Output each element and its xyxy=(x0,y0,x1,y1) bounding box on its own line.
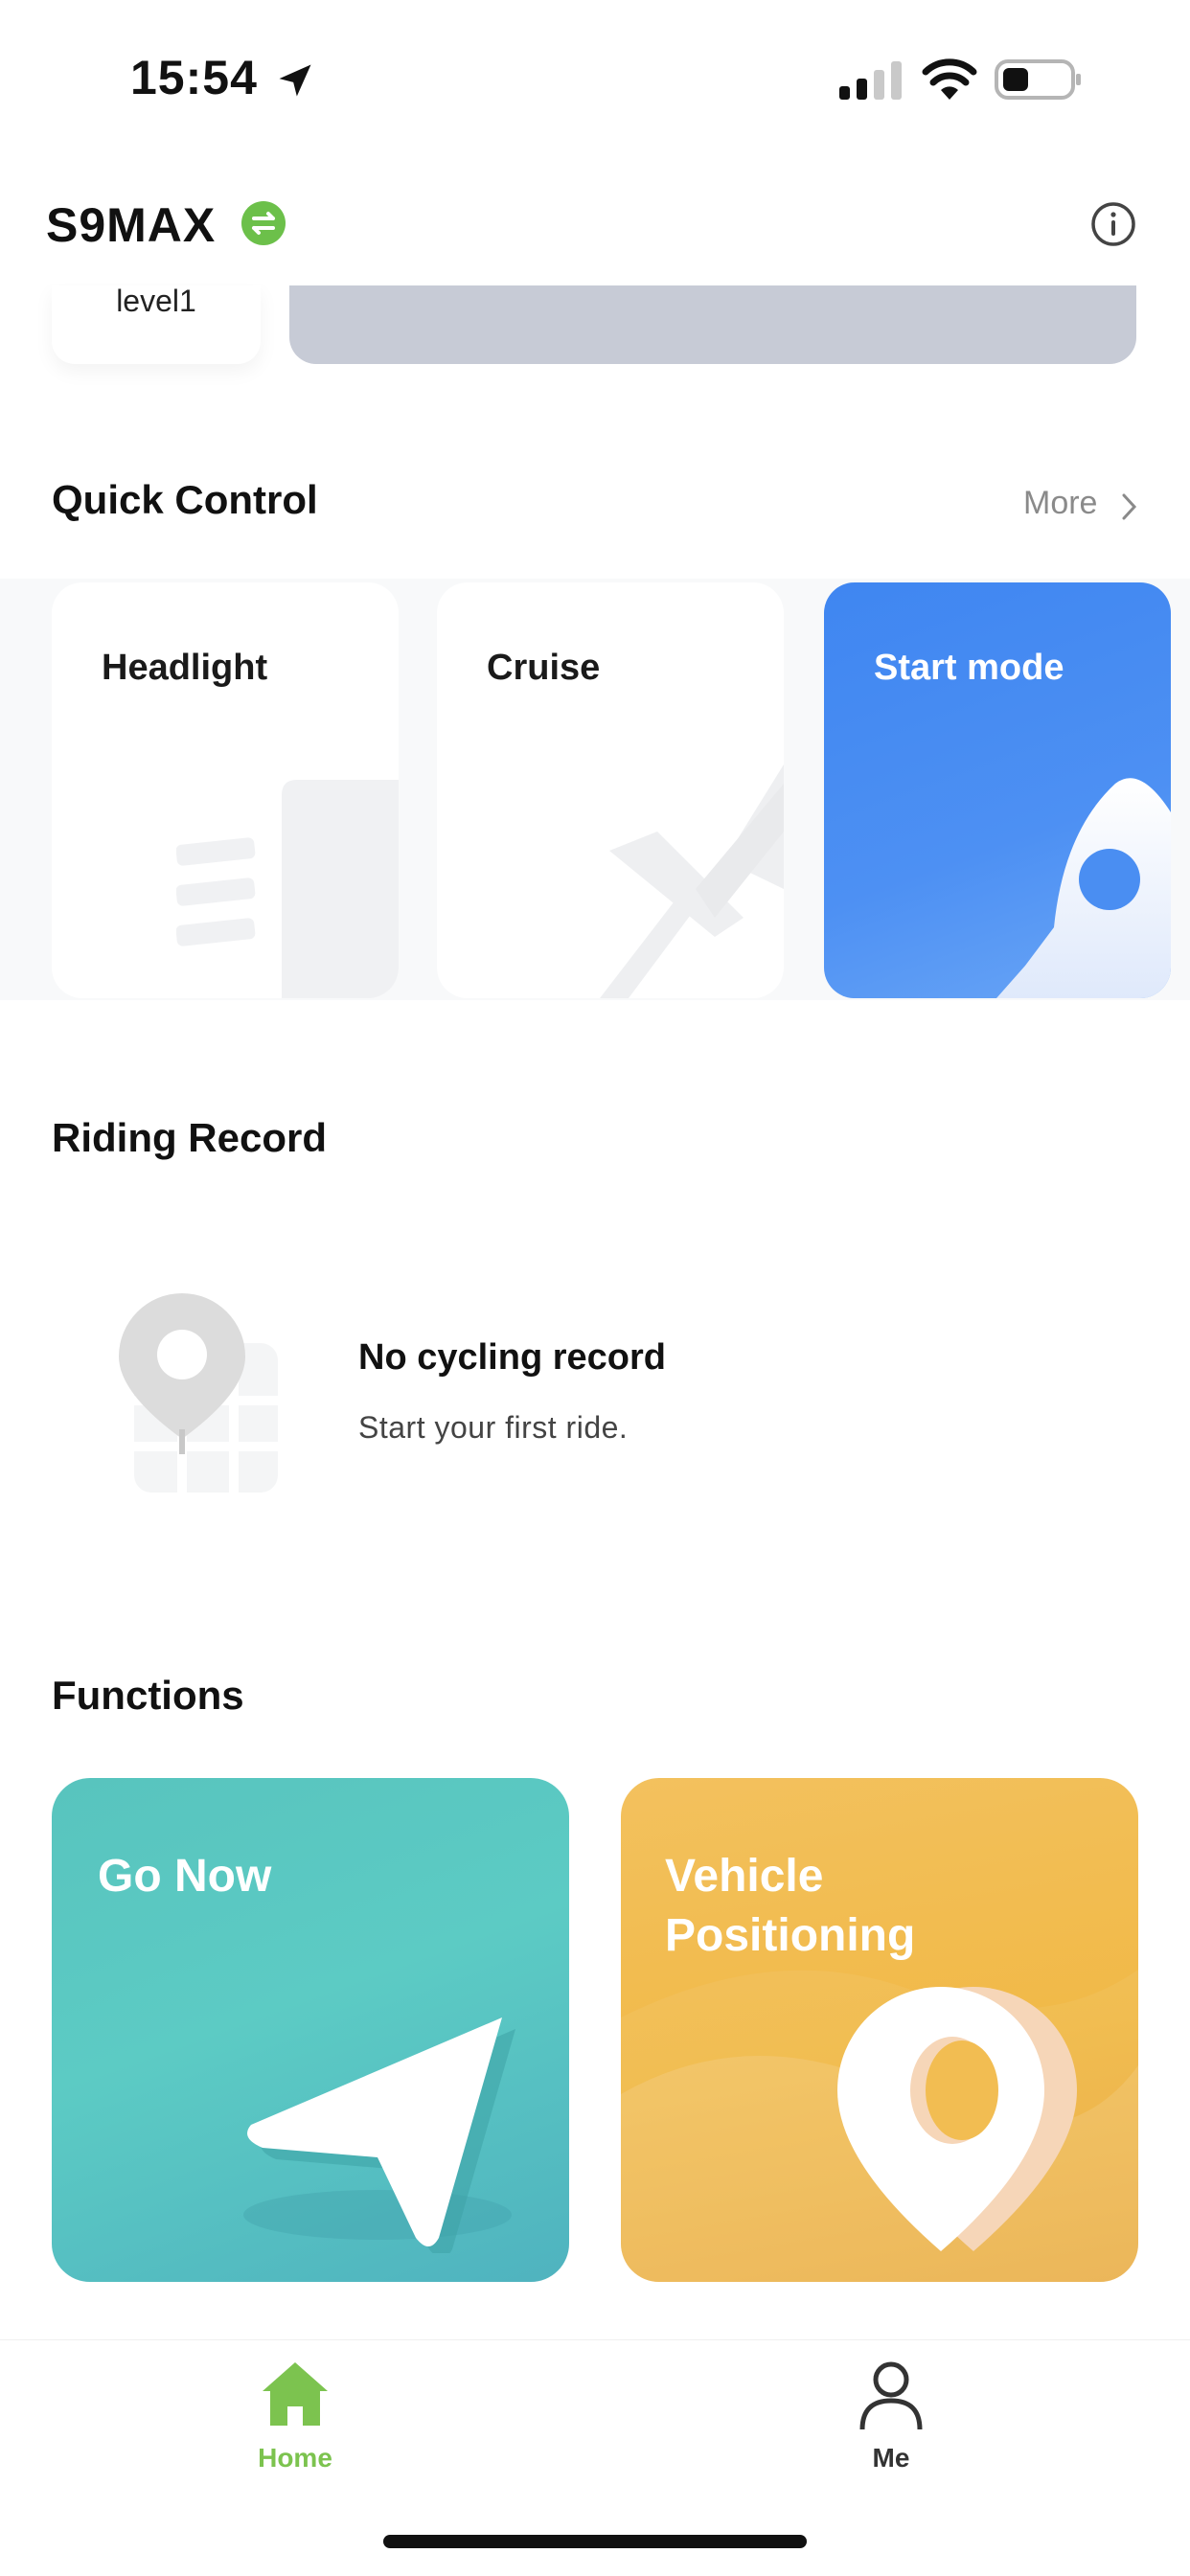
location-arrow-icon xyxy=(279,64,311,97)
home-icon xyxy=(263,2362,328,2426)
empty-record-subtitle: Start your first ride. xyxy=(358,1410,629,1445)
device-name[interactable]: S9MAX xyxy=(46,197,216,253)
tab-home-label: Home xyxy=(258,2443,332,2473)
headlight-icon xyxy=(176,780,399,998)
location-pin-icon xyxy=(837,1987,1077,2251)
headlight-label: Headlight xyxy=(102,648,268,688)
chevron-right-icon[interactable] xyxy=(1119,490,1140,523)
functions-title: Functions xyxy=(52,1673,244,1718)
tab-me[interactable]: Me xyxy=(843,2355,939,2479)
banner-card[interactable] xyxy=(289,285,1136,364)
cruise-icon xyxy=(600,764,784,998)
cruise-card[interactable]: Cruise xyxy=(437,582,784,998)
switch-device-icon[interactable] xyxy=(241,201,286,245)
battery-icon xyxy=(995,59,1081,100)
rocket-icon xyxy=(996,778,1171,998)
cellular-signal-icon xyxy=(839,61,902,100)
start-mode-card[interactable]: Start mode xyxy=(824,582,1171,998)
status-time: 15:54 xyxy=(130,51,258,104)
go-now-card[interactable]: Go Now xyxy=(52,1778,569,2282)
riding-record-title: Riding Record xyxy=(52,1115,328,1160)
start-mode-label: Start mode xyxy=(874,648,1064,688)
tab-home[interactable]: Home xyxy=(247,2355,343,2479)
map-pin-icon xyxy=(119,1293,278,1493)
navigation-arrow-icon xyxy=(243,2017,515,2253)
cruise-label: Cruise xyxy=(487,648,601,688)
go-now-label: Go Now xyxy=(98,1851,272,1902)
wifi-icon xyxy=(922,58,977,100)
headlight-card[interactable]: Headlight xyxy=(52,582,399,998)
vehicle-positioning-label: Vehicle Positioning xyxy=(665,1851,916,1961)
vehicle-positioning-card[interactable]: Vehicle Positioning xyxy=(621,1778,1138,2282)
level-label: level1 xyxy=(116,284,196,318)
home-indicator xyxy=(383,2535,807,2548)
tab-me-label: Me xyxy=(872,2443,910,2473)
more-link[interactable]: More xyxy=(1023,485,1097,522)
info-icon[interactable] xyxy=(1090,201,1136,247)
person-icon xyxy=(859,2361,923,2430)
quick-control-title: Quick Control xyxy=(52,477,318,522)
empty-record-title: No cycling record xyxy=(358,1337,666,1378)
